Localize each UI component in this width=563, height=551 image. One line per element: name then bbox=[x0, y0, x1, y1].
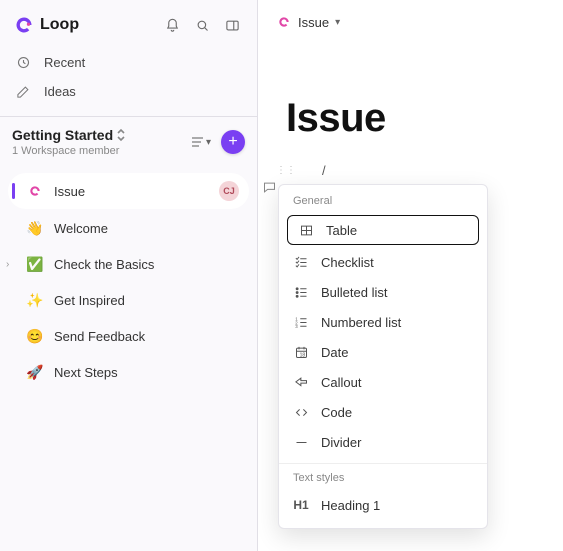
sidebar: Loop Recent bbox=[0, 0, 258, 551]
clock-icon bbox=[16, 55, 34, 70]
sidebar-page-label: Next Steps bbox=[54, 365, 118, 380]
menu-item-label: Callout bbox=[321, 375, 361, 390]
numbered-icon: 123 bbox=[293, 314, 309, 330]
workspace-switcher[interactable]: Getting Started bbox=[12, 127, 126, 143]
sidebar-page-label: Send Feedback bbox=[54, 329, 145, 344]
new-page-button[interactable]: + bbox=[221, 130, 245, 154]
h1-icon: H1 bbox=[293, 497, 309, 513]
pen-icon bbox=[16, 84, 34, 99]
insert-menu[interactable]: General Table Checklist Bulleted list 123 Num… bbox=[278, 184, 488, 529]
nav-ideas-label: Ideas bbox=[44, 84, 76, 99]
search-icon[interactable] bbox=[191, 14, 213, 36]
sidebar-page-label: Issue bbox=[54, 184, 85, 199]
sidebar-page-feedback[interactable]: 😊 Send Feedback bbox=[8, 319, 249, 353]
nav-ideas[interactable]: Ideas bbox=[8, 77, 249, 106]
menu-section-label: Text styles bbox=[279, 470, 487, 490]
menu-section-label: General bbox=[279, 193, 487, 213]
sidebar-header: Loop bbox=[0, 10, 257, 42]
menu-item-label: Checklist bbox=[321, 255, 374, 270]
sidebar-page-label: Get Inspired bbox=[54, 293, 125, 308]
loop-logo-icon bbox=[14, 15, 34, 35]
nav-recent-label: Recent bbox=[44, 55, 85, 70]
chevron-down-icon: ▾ bbox=[206, 137, 211, 148]
sidebar-page-check-basics[interactable]: › ✅ Check the Basics bbox=[8, 247, 249, 281]
view-options-button[interactable]: ▾ bbox=[191, 136, 211, 148]
date-icon: 18 bbox=[293, 344, 309, 360]
svg-text:3: 3 bbox=[295, 324, 298, 329]
slash-command-text: / bbox=[322, 163, 326, 178]
breadcrumb-label: Issue bbox=[298, 15, 329, 30]
chevron-updown-icon bbox=[116, 128, 126, 142]
comments-icon[interactable] bbox=[262, 180, 277, 195]
workspace-subtitle: 1 Workspace member bbox=[12, 145, 126, 157]
menu-item-callout[interactable]: Callout bbox=[279, 367, 487, 397]
callout-icon bbox=[293, 374, 309, 390]
nav-recent[interactable]: Recent bbox=[8, 48, 249, 77]
workspace-header: Getting Started 1 Workspace member ▾ + bbox=[0, 116, 257, 165]
topnav: Recent Ideas bbox=[0, 42, 257, 116]
menu-item-label: Code bbox=[321, 405, 352, 420]
emoji-icon: 😊 bbox=[26, 327, 44, 345]
page-rail bbox=[262, 180, 277, 195]
main: Issue ▾ Issue ⋮⋮ / General Table Checklist… bbox=[258, 0, 563, 551]
table-icon bbox=[298, 222, 314, 238]
menu-item-label: Divider bbox=[321, 435, 361, 450]
emoji-icon: 👋 bbox=[26, 219, 44, 237]
menu-item-table[interactable]: Table bbox=[287, 215, 479, 245]
panel-toggle-icon[interactable] bbox=[221, 14, 243, 36]
sidebar-page-label: Welcome bbox=[54, 221, 108, 236]
bulleted-icon bbox=[293, 284, 309, 300]
chevron-right-icon[interactable]: › bbox=[6, 259, 9, 270]
menu-item-label: Heading 1 bbox=[321, 498, 380, 513]
loop-page-icon bbox=[276, 14, 292, 30]
svg-text:18: 18 bbox=[299, 352, 305, 358]
emoji-icon: 🚀 bbox=[26, 363, 44, 381]
workspace-title: Getting Started bbox=[12, 127, 113, 143]
menu-item-label: Date bbox=[321, 345, 348, 360]
menu-item-code[interactable]: Code bbox=[279, 397, 487, 427]
menu-item-h1[interactable]: H1 Heading 1 bbox=[279, 490, 487, 520]
sidebar-page-welcome[interactable]: 👋 Welcome bbox=[8, 211, 249, 245]
menu-item-label: Table bbox=[326, 223, 357, 238]
page-title[interactable]: Issue bbox=[286, 96, 559, 141]
menu-item-divider[interactable]: Divider bbox=[279, 427, 487, 457]
code-icon bbox=[293, 404, 309, 420]
page-list: Issue CJ 👋 Welcome › ✅ Check the Basics ✨ Get In… bbox=[0, 165, 257, 397]
brand-text: Loop bbox=[40, 16, 79, 34]
sidebar-page-label: Check the Basics bbox=[54, 257, 154, 272]
chevron-down-icon: ▾ bbox=[335, 17, 340, 28]
loop-page-icon bbox=[26, 182, 44, 200]
menu-item-label: Bulleted list bbox=[321, 285, 387, 300]
menu-item-numbered[interactable]: 123 Numbered list bbox=[279, 307, 487, 337]
notifications-icon[interactable] bbox=[161, 14, 183, 36]
presence-avatar: CJ bbox=[219, 181, 239, 201]
checklist-icon bbox=[293, 254, 309, 270]
menu-item-label: Numbered list bbox=[321, 315, 401, 330]
brand[interactable]: Loop bbox=[14, 15, 79, 35]
breadcrumb[interactable]: Issue ▾ bbox=[276, 14, 559, 30]
drag-handle-icon[interactable]: ⋮⋮ bbox=[276, 168, 296, 174]
menu-item-checklist[interactable]: Checklist bbox=[279, 247, 487, 277]
editor-line[interactable]: ⋮⋮ / bbox=[276, 163, 559, 178]
sidebar-page-get-inspired[interactable]: ✨ Get Inspired bbox=[8, 283, 249, 317]
divider-icon bbox=[293, 434, 309, 450]
menu-item-date[interactable]: 18 Date bbox=[279, 337, 487, 367]
emoji-icon: ✨ bbox=[26, 291, 44, 309]
menu-item-bulleted[interactable]: Bulleted list bbox=[279, 277, 487, 307]
sidebar-page-next-steps[interactable]: 🚀 Next Steps bbox=[8, 355, 249, 389]
sidebar-page-issue[interactable]: Issue CJ bbox=[8, 173, 249, 209]
emoji-icon: ✅ bbox=[26, 255, 44, 273]
